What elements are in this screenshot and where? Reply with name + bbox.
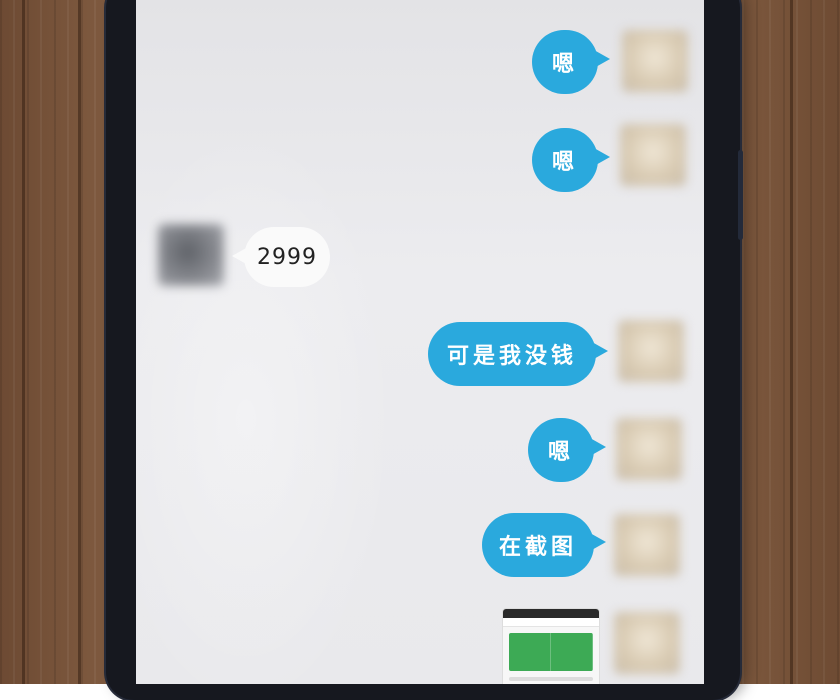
my-avatar[interactable]	[620, 124, 686, 186]
sent-message-bubble[interactable]: 嗯	[532, 128, 610, 192]
message-text: 可是我没钱	[446, 343, 577, 369]
thumbnail-text-line	[509, 677, 593, 681]
wood-seam	[78, 0, 81, 684]
wood-seam	[790, 0, 793, 684]
chat-screen[interactable]: 嗯 嗯 2999 可是我没钱 嗯 在截图	[136, 0, 704, 684]
contact-avatar[interactable]	[158, 224, 224, 286]
sent-message-bubble[interactable]: 在截图	[482, 513, 606, 577]
my-avatar[interactable]	[622, 30, 688, 92]
sent-message-bubble[interactable]: 嗯	[532, 30, 610, 94]
wood-seam	[22, 0, 25, 684]
message-text: 2999	[257, 244, 317, 270]
message-text: 嗯	[551, 149, 578, 175]
my-avatar[interactable]	[616, 418, 682, 480]
sent-image-thumbnail[interactable]	[502, 608, 600, 684]
my-avatar[interactable]	[614, 514, 680, 576]
received-message-bubble[interactable]: 2999	[232, 227, 330, 287]
sent-message-bubble[interactable]: 可是我没钱	[428, 322, 608, 386]
thumbnail-header	[503, 618, 599, 627]
message-text: 嗯	[547, 439, 574, 465]
message-text: 嗯	[551, 51, 578, 77]
thumbnail-status-bar	[503, 609, 599, 618]
my-avatar[interactable]	[614, 612, 680, 674]
message-text: 在截图	[498, 534, 577, 560]
thumbnail-green-card	[509, 633, 593, 671]
screen-glare	[136, 120, 396, 684]
phone-side-button	[738, 150, 743, 240]
my-avatar[interactable]	[618, 320, 684, 382]
sent-message-bubble[interactable]: 嗯	[528, 418, 606, 482]
